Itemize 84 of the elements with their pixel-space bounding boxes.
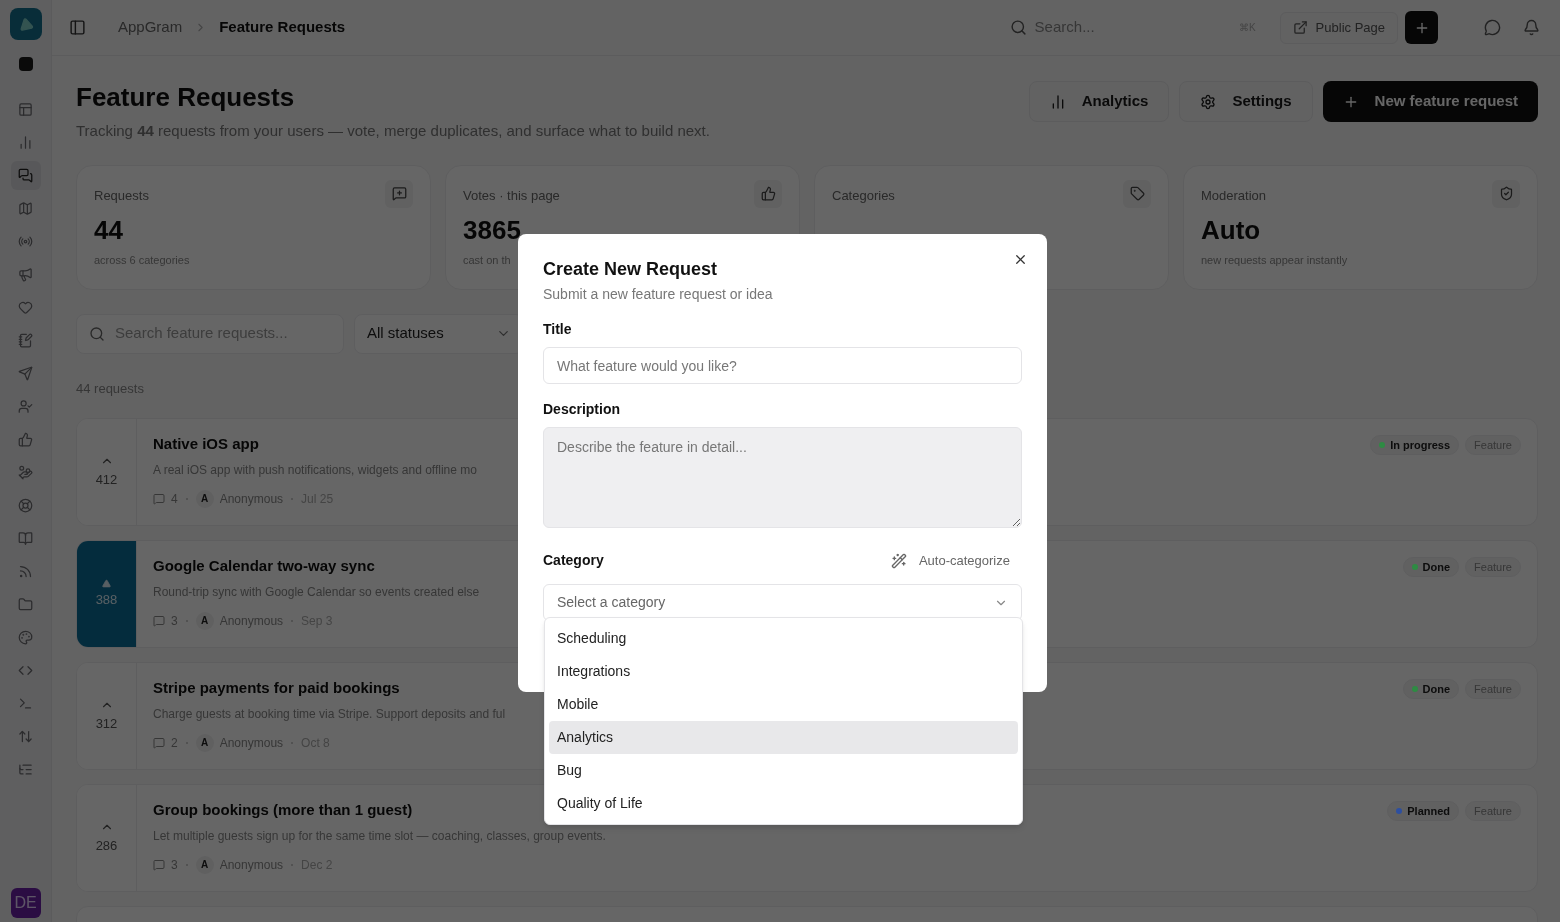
search-icon xyxy=(89,325,105,342)
chat-icon[interactable] xyxy=(1484,19,1501,36)
add-button[interactable] xyxy=(1405,11,1438,44)
stat-value: 44 xyxy=(94,213,123,246)
stat-label: Moderation xyxy=(1201,186,1267,205)
app-logo[interactable] xyxy=(9,8,42,40)
auto-categorize-button[interactable]: Auto-categorize xyxy=(890,550,1022,571)
megaphone-icon xyxy=(18,267,33,282)
description-input[interactable]: Describe the feature in detail... xyxy=(543,427,1022,528)
dialog-title: Create New Request xyxy=(543,258,719,280)
up-down-arrows-icon xyxy=(18,729,33,744)
settings-button[interactable]: Settings xyxy=(1179,81,1313,122)
thumbs-up-icon xyxy=(18,432,33,447)
title-input[interactable]: What feature would you like? xyxy=(543,347,1022,384)
chat-bubbles-icon xyxy=(18,168,33,183)
tree-icon xyxy=(18,762,33,777)
breadcrumb-link[interactable]: AppGram xyxy=(118,16,183,39)
shield-check-icon xyxy=(1498,186,1514,201)
rss-icon xyxy=(18,564,33,579)
category-option[interactable]: Scheduling xyxy=(549,622,1018,655)
status-label: Done xyxy=(1422,559,1451,575)
magic-wand-icon xyxy=(890,552,907,569)
search-icon xyxy=(1009,19,1027,36)
bell-icon[interactable] xyxy=(1523,19,1540,36)
comment-icon xyxy=(153,614,165,627)
stat-label: Votes · this page xyxy=(463,186,560,205)
sidebar-item[interactable] xyxy=(10,161,41,190)
comment-icon xyxy=(153,492,165,505)
request-title: Stripe payments for paid bookings xyxy=(153,678,400,698)
stat-label: Requests xyxy=(94,186,149,205)
palette-icon xyxy=(18,630,33,645)
status-label: In progress xyxy=(1390,437,1451,453)
paper-plane-icon xyxy=(18,366,33,381)
heart-icon xyxy=(18,300,33,315)
sidebar-toggle-icon[interactable] xyxy=(69,19,86,36)
field-label: Description xyxy=(543,400,621,419)
analytics-button[interactable]: Analytics xyxy=(1028,81,1170,122)
author-avatar: A xyxy=(195,733,214,752)
settings-icon xyxy=(1200,93,1217,110)
broadcast-icon xyxy=(18,234,33,249)
category-option[interactable]: Mobile xyxy=(549,688,1018,721)
external-link-icon xyxy=(1292,20,1308,35)
status-label: Planned xyxy=(1407,803,1451,819)
lifebuoy-icon xyxy=(18,498,33,513)
request-title: Group bookings (more than 1 guest) xyxy=(153,800,413,820)
author-avatar: A xyxy=(195,489,214,508)
layout-icon xyxy=(18,102,33,117)
code-icon xyxy=(18,663,33,678)
bar-chart-icon xyxy=(18,135,33,150)
dialog-subtitle: Submit a new feature request or idea xyxy=(543,285,774,304)
map-icon xyxy=(18,201,33,216)
stat-label: Categories xyxy=(832,186,895,205)
user-avatar[interactable]: DE xyxy=(10,888,41,918)
vote-button[interactable]: 388 xyxy=(77,541,137,647)
terminal-icon xyxy=(18,696,33,711)
thumbs-up-icon xyxy=(760,186,776,201)
category-option[interactable]: Quality of Life xyxy=(549,787,1018,820)
category-option[interactable]: Integrations xyxy=(549,655,1018,688)
author-avatar: A xyxy=(195,855,214,874)
breadcrumb-current: Feature Requests xyxy=(219,17,346,38)
stat-value: 3865 xyxy=(463,213,521,246)
book-icon xyxy=(18,531,33,546)
workspace-icon[interactable] xyxy=(18,57,33,71)
message-plus-icon xyxy=(391,186,407,201)
request-title: Native iOS app xyxy=(153,434,259,454)
folder-icon xyxy=(18,597,33,612)
author-avatar: A xyxy=(195,611,214,630)
category-option[interactable]: Bug xyxy=(549,754,1018,787)
field-label: Title xyxy=(543,320,573,339)
comment-icon xyxy=(153,858,165,871)
new-request-button[interactable]: New feature request xyxy=(1322,81,1538,122)
hand-coins-icon xyxy=(18,465,33,480)
comment-icon xyxy=(153,736,165,749)
stat-value: Auto xyxy=(1201,213,1261,246)
page-title: Feature Requests xyxy=(76,82,296,112)
category-option[interactable]: Analytics xyxy=(549,721,1018,754)
request-title: Google Calendar two-way sync xyxy=(153,556,375,576)
status-label: Done xyxy=(1422,681,1451,697)
triangle-up-icon xyxy=(102,578,111,588)
public-page-button[interactable]: Public Page xyxy=(1279,11,1398,44)
user-check-icon xyxy=(18,399,33,414)
notebook-pen-icon xyxy=(18,333,33,348)
field-label: Category xyxy=(543,551,604,570)
tag-icon xyxy=(1129,186,1145,201)
